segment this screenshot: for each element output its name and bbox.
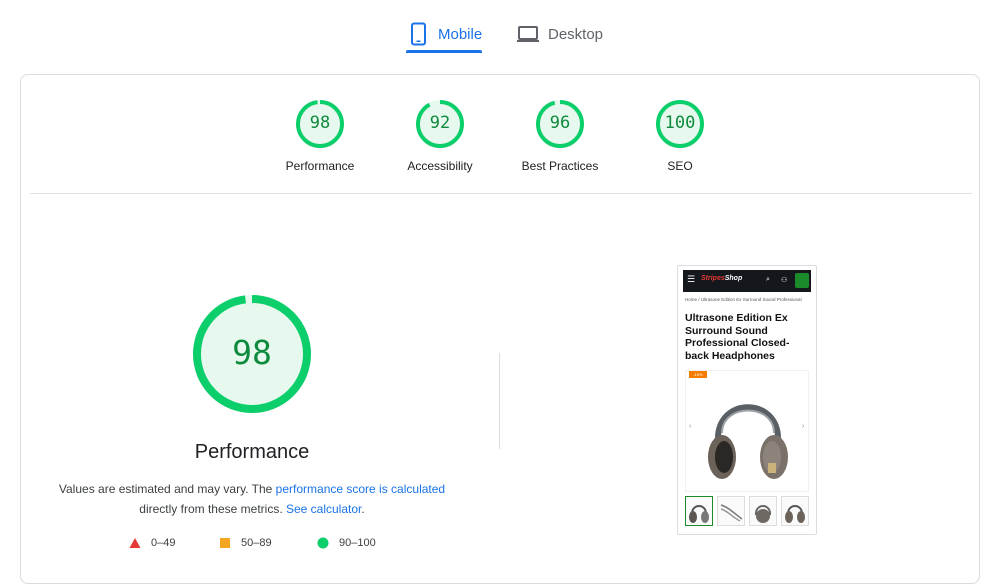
report-card: 98 Performance 92 Accessibility 96 Best …	[20, 74, 980, 584]
page-screenshot[interactable]: ☰ StripesShop ⌕ ⚇ Home / Ultrasone Editi…	[677, 265, 817, 535]
triangle-icon	[129, 538, 141, 548]
site-header: ☰ StripesShop ⌕ ⚇	[683, 270, 811, 292]
thumbnail[interactable]	[781, 496, 809, 526]
gauge-accessibility[interactable]: 92 Accessibility	[380, 99, 500, 173]
tab-mobile-label: Mobile	[438, 25, 483, 43]
vertical-divider	[499, 353, 500, 449]
note-text: Values are estimated and may vary. The	[58, 482, 276, 496]
gauge-label: SEO	[667, 159, 693, 173]
gauge-score: 96	[549, 113, 571, 133]
search-icon: ⌕	[766, 276, 770, 283]
note-text: directly from these metrics.	[139, 502, 286, 516]
gauge-label: Accessibility	[407, 159, 473, 173]
product-title: Ultrasone Edition Ex Surround Sound Prof…	[685, 312, 790, 362]
breadcrumb: Home / Ultrasone Edition Ex Surround Sou…	[685, 297, 802, 302]
circle-icon	[317, 537, 329, 549]
gauge-performance[interactable]: 98 Performance	[260, 99, 380, 173]
menu-icon: ☰	[687, 274, 696, 284]
legend-fail: 0–49	[129, 537, 175, 549]
tab-desktop-label: Desktop	[548, 25, 604, 43]
headphones-thumb-icon	[785, 505, 805, 523]
site-logo: StripesShop	[701, 275, 742, 282]
square-icon	[220, 538, 230, 548]
headphones-image	[708, 404, 788, 479]
gauge-best-practices[interactable]: 96 Best Practices	[500, 99, 620, 173]
smartphone-icon	[411, 22, 426, 46]
product-image: ‹ ›	[685, 370, 809, 492]
score-summary: 98 Performance 92 Accessibility 96 Best …	[21, 99, 981, 189]
active-tab-indicator	[406, 50, 482, 53]
gauge-score: 98	[309, 113, 331, 133]
legend-range: 50–89	[241, 537, 272, 549]
cable-thumb-icon	[720, 504, 743, 522]
gauge-seo[interactable]: 100 SEO	[620, 99, 740, 173]
screenshot-content: ☰ StripesShop ⌕ ⚇ Home / Ultrasone Editi…	[683, 270, 811, 532]
tab-desktop[interactable]: Desktop	[516, 14, 603, 54]
performance-score: 98	[232, 333, 272, 372]
score-note: Values are estimated and may vary. The p…	[51, 479, 453, 519]
logo-main: Stripes	[701, 275, 725, 282]
legend-average: 50–89	[219, 537, 272, 549]
headphones-thumb-icon	[689, 505, 709, 523]
headphones-thumb-icon	[755, 505, 771, 523]
legend-pass: 90–100	[317, 537, 376, 549]
thumbnail[interactable]	[717, 496, 745, 526]
laptop-icon	[517, 26, 539, 42]
gauge-score: 92	[429, 113, 451, 133]
tab-mobile[interactable]: Mobile	[408, 14, 482, 54]
gauge-score: 100	[664, 113, 696, 133]
cart-icon	[795, 273, 809, 288]
legend-range: 90–100	[339, 537, 376, 549]
performance-score-link[interactable]: performance score is calculated	[276, 482, 445, 496]
thumbnail[interactable]	[685, 496, 713, 526]
note-text: .	[361, 502, 365, 516]
gauge-label: Best Practices	[521, 159, 599, 173]
see-calculator-link[interactable]: See calculator	[286, 502, 361, 516]
account-icon: ⚇	[781, 277, 788, 284]
gauge-label: Performance	[285, 159, 355, 173]
device-tabs: Mobile Desktop	[0, 0, 1008, 60]
section-divider	[30, 193, 972, 194]
thumbnail[interactable]	[749, 496, 777, 526]
logo-sub: Shop	[724, 275, 743, 282]
performance-title: Performance	[194, 441, 310, 463]
legend-range: 0–49	[151, 537, 176, 549]
discount-badge: -16%	[689, 371, 707, 378]
score-legend: 0–49 50–89 90–100	[21, 537, 483, 557]
thumbnail-strip	[685, 496, 809, 526]
